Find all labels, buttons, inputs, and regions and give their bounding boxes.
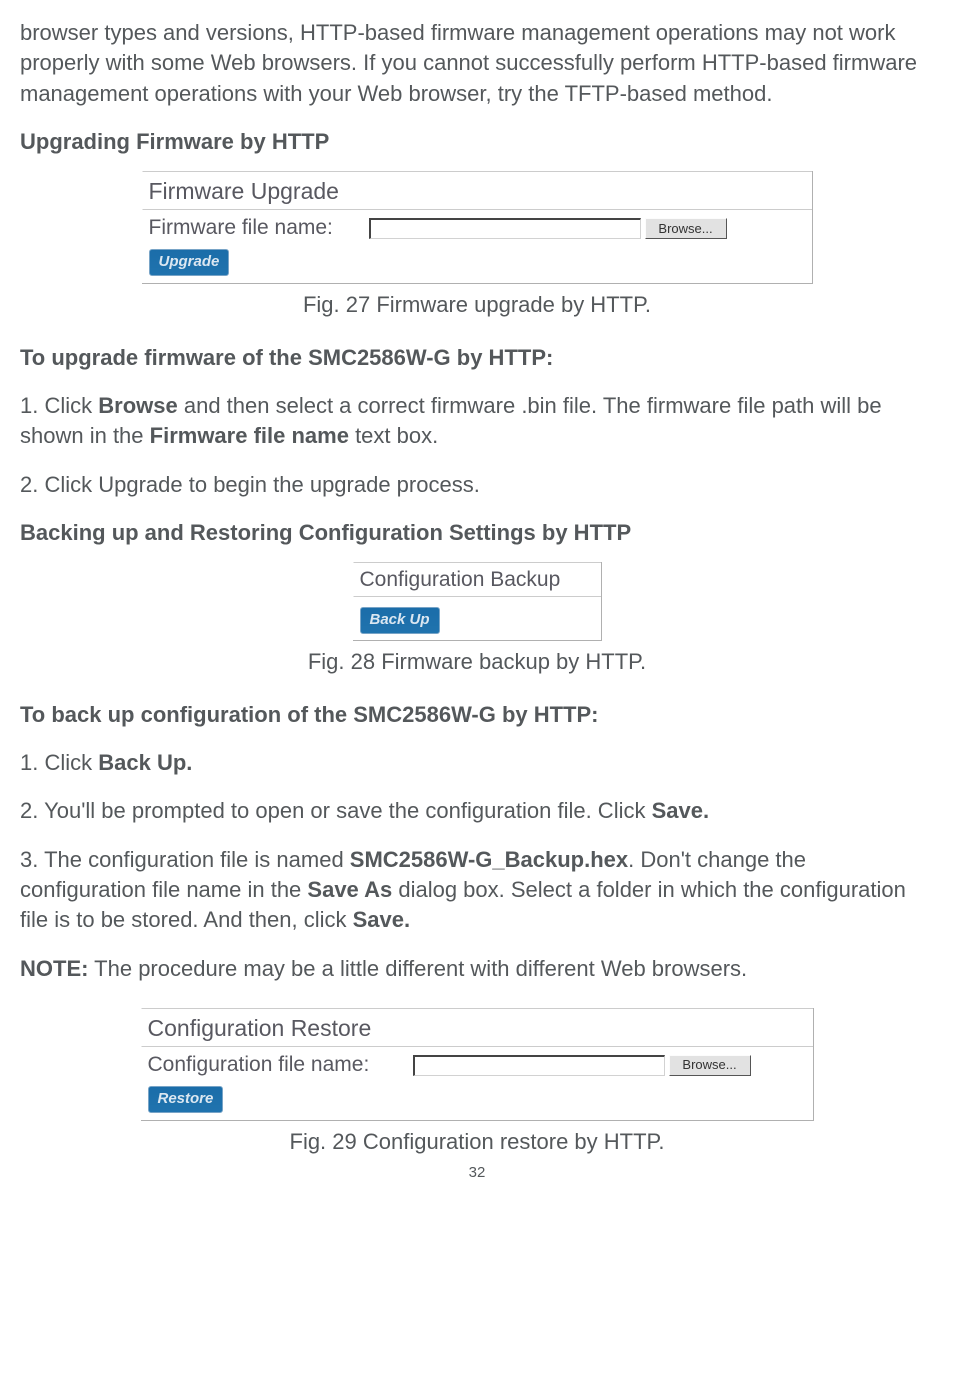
intro-paragraph: browser types and versions, HTTP-based f… — [20, 18, 934, 109]
backup-step-3: 3. The configuration file is named SMC25… — [20, 845, 934, 936]
heading-upgrading-firmware: Upgrading Firmware by HTTP — [20, 127, 934, 157]
text: 1. Click — [20, 393, 98, 418]
browse-bold: Browse — [98, 393, 177, 418]
fig28-caption: Fig. 28 Firmware backup by HTTP. — [20, 647, 934, 677]
text: 2. You'll be prompted to open or save th… — [20, 798, 652, 823]
firmware-upgrade-title: Firmware Upgrade — [142, 171, 812, 210]
configuration-backup-body: Back Up — [353, 597, 601, 640]
text: 3. The configuration file is named — [20, 847, 350, 872]
note-label: NOTE: — [20, 956, 88, 981]
firmware-upgrade-panel: Firmware Upgrade Firmware file name: Bro… — [142, 171, 813, 284]
configuration-file-name-label: Configuration file name: — [148, 1051, 413, 1080]
save-as-bold: Save As — [307, 877, 392, 902]
note-text: The procedure may be a little different … — [88, 956, 747, 981]
configuration-restore-panel: Configuration Restore Configuration file… — [141, 1008, 814, 1121]
firmware-file-name-label: Firmware file name: — [149, 214, 369, 243]
browse-button[interactable]: Browse... — [645, 218, 727, 239]
upgrade-button[interactable]: Upgrade — [149, 249, 230, 276]
configuration-restore-title: Configuration Restore — [141, 1008, 813, 1047]
fig27-caption: Fig. 27 Firmware upgrade by HTTP. — [20, 290, 934, 320]
browse-button[interactable]: Browse... — [669, 1055, 751, 1076]
upgrade-procedure-heading: To upgrade firmware of the SMC2586W-G by… — [20, 343, 934, 373]
page-number: 32 — [20, 1163, 934, 1184]
backup-filename-bold: SMC2586W-G_Backup.hex — [350, 847, 628, 872]
firmware-upgrade-body: Firmware file name: Browse... Upgrade — [142, 210, 812, 283]
configuration-file-name-input[interactable] — [413, 1055, 665, 1076]
save-bold-2: Save. — [353, 907, 411, 932]
restore-button[interactable]: Restore — [148, 1086, 224, 1113]
save-bold: Save. — [652, 798, 710, 823]
back-up-bold: Back Up. — [98, 750, 192, 775]
fig29-caption: Fig. 29 Configuration restore by HTTP. — [20, 1127, 934, 1157]
heading-backup-restore: Backing up and Restoring Configuration S… — [20, 518, 934, 548]
upgrade-step-1: 1. Click Browse and then select a correc… — [20, 391, 934, 452]
backup-step-1: 1. Click Back Up. — [20, 748, 934, 778]
backup-step-2: 2. You'll be prompted to open or save th… — [20, 796, 934, 826]
backup-procedure-heading: To back up configuration of the SMC2586W… — [20, 700, 934, 730]
configuration-backup-panel: Configuration Backup Back Up — [353, 562, 602, 641]
configuration-restore-body: Configuration file name: Browse... Resto… — [141, 1047, 813, 1120]
firmware-file-name-input[interactable] — [369, 218, 641, 239]
text: 1. Click — [20, 750, 98, 775]
text: text box. — [349, 423, 438, 448]
upgrade-step-2: 2. Click Upgrade to begin the upgrade pr… — [20, 470, 934, 500]
note-paragraph: NOTE: The procedure may be a little diff… — [20, 954, 934, 984]
backup-button[interactable]: Back Up — [360, 607, 440, 634]
firmware-file-name-bold: Firmware file name — [150, 423, 349, 448]
configuration-backup-title: Configuration Backup — [353, 562, 601, 597]
